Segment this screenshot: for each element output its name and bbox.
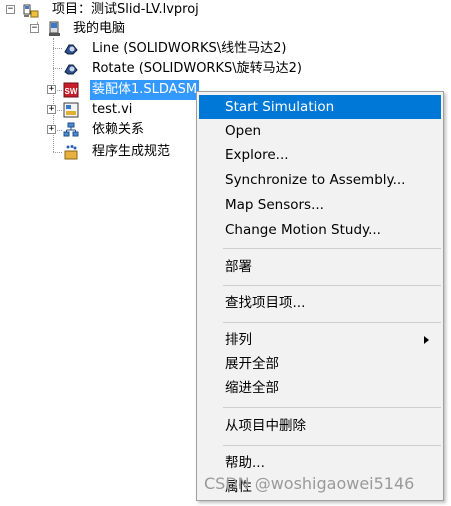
menu-item-find-project-items[interactable]: 查找项目项... bbox=[199, 291, 441, 315]
vi-icon bbox=[63, 102, 79, 118]
build-spec-icon bbox=[64, 145, 78, 160]
menu-item-open[interactable]: Open bbox=[199, 119, 441, 143]
tree-item-label: Line (SOLIDWORKS\线性马达2) bbox=[92, 41, 287, 56]
menu-separator bbox=[223, 407, 441, 408]
menu-item-collapse-all[interactable]: 缩进全部 bbox=[199, 376, 441, 400]
tree-row-assembly[interactable]: + SW 装配体1.SLDASM bbox=[0, 80, 210, 100]
tree-item-label: 装配体1.SLDASM bbox=[90, 80, 200, 100]
dependencies-icon bbox=[63, 122, 79, 137]
tree-item-label: test.vi bbox=[92, 102, 133, 117]
tree-row-rotate-motor[interactable]: Rotate (SOLIDWORKS\旋转马达2) bbox=[0, 59, 340, 79]
menu-item-start-simulation[interactable]: Start Simulation bbox=[199, 95, 441, 119]
expand-toggle[interactable]: + bbox=[47, 125, 56, 134]
tree-row-my-computer[interactable]: − 我的电脑 bbox=[0, 19, 200, 39]
tree-item-label: 依赖关系 bbox=[92, 122, 145, 137]
expand-toggle[interactable]: + bbox=[47, 85, 56, 94]
menu-item-synchronize[interactable]: Synchronize to Assembly... bbox=[199, 168, 441, 192]
motor-icon bbox=[64, 44, 78, 55]
menu-item-expand-all[interactable]: 展开全部 bbox=[199, 352, 441, 376]
motor-icon bbox=[64, 64, 78, 75]
tree-row-line-motor[interactable]: Line (SOLIDWORKS\线性马达2) bbox=[0, 39, 320, 59]
tree-item-label: Rotate (SOLIDWORKS\旋转马达2) bbox=[92, 61, 302, 76]
menu-separator bbox=[223, 248, 441, 249]
menu-separator bbox=[223, 285, 441, 286]
menu-item-change-motion-study[interactable]: Change Motion Study... bbox=[199, 218, 441, 242]
expand-toggle[interactable]: + bbox=[47, 105, 56, 114]
menu-item-map-sensors[interactable]: Map Sensors... bbox=[199, 193, 441, 217]
tree-item-label: 程序生成规范 bbox=[92, 144, 171, 159]
tree-row-build-specs[interactable]: 程序生成规范 bbox=[0, 142, 190, 162]
menu-item-help[interactable]: 帮助... bbox=[199, 451, 441, 475]
tree-row-dependencies[interactable]: + 依赖关系 bbox=[0, 120, 160, 140]
collapse-toggle[interactable]: − bbox=[6, 5, 15, 14]
watermark: CSDN @woshigaowei5146 bbox=[204, 474, 415, 493]
solidworks-assembly-icon: SW bbox=[63, 82, 79, 98]
menu-separator bbox=[223, 322, 441, 323]
submenu-arrow-icon bbox=[424, 336, 429, 344]
my-computer-label: 我的电脑 bbox=[73, 21, 126, 36]
menu-item-remove-from-project[interactable]: 从项目中删除 bbox=[199, 414, 441, 438]
menu-separator bbox=[223, 445, 441, 446]
menu-item-arrange[interactable]: 排列 bbox=[199, 328, 441, 352]
tree-row-project[interactable]: − 项目：测试Slid-LV.lvproj bbox=[0, 0, 240, 20]
project-label: 项目：测试Slid-LV.lvproj bbox=[52, 2, 199, 17]
context-menu: Start Simulation Open Explore... Synchro… bbox=[196, 91, 444, 501]
computer-icon bbox=[49, 21, 60, 36]
svg-text:SW: SW bbox=[65, 87, 78, 96]
collapse-toggle[interactable]: − bbox=[30, 24, 39, 33]
project-icon bbox=[23, 4, 39, 18]
menu-item-deploy[interactable]: 部署 bbox=[199, 255, 441, 279]
menu-item-explore[interactable]: Explore... bbox=[199, 143, 441, 167]
tree-row-test-vi[interactable]: + test.vi bbox=[0, 100, 160, 120]
